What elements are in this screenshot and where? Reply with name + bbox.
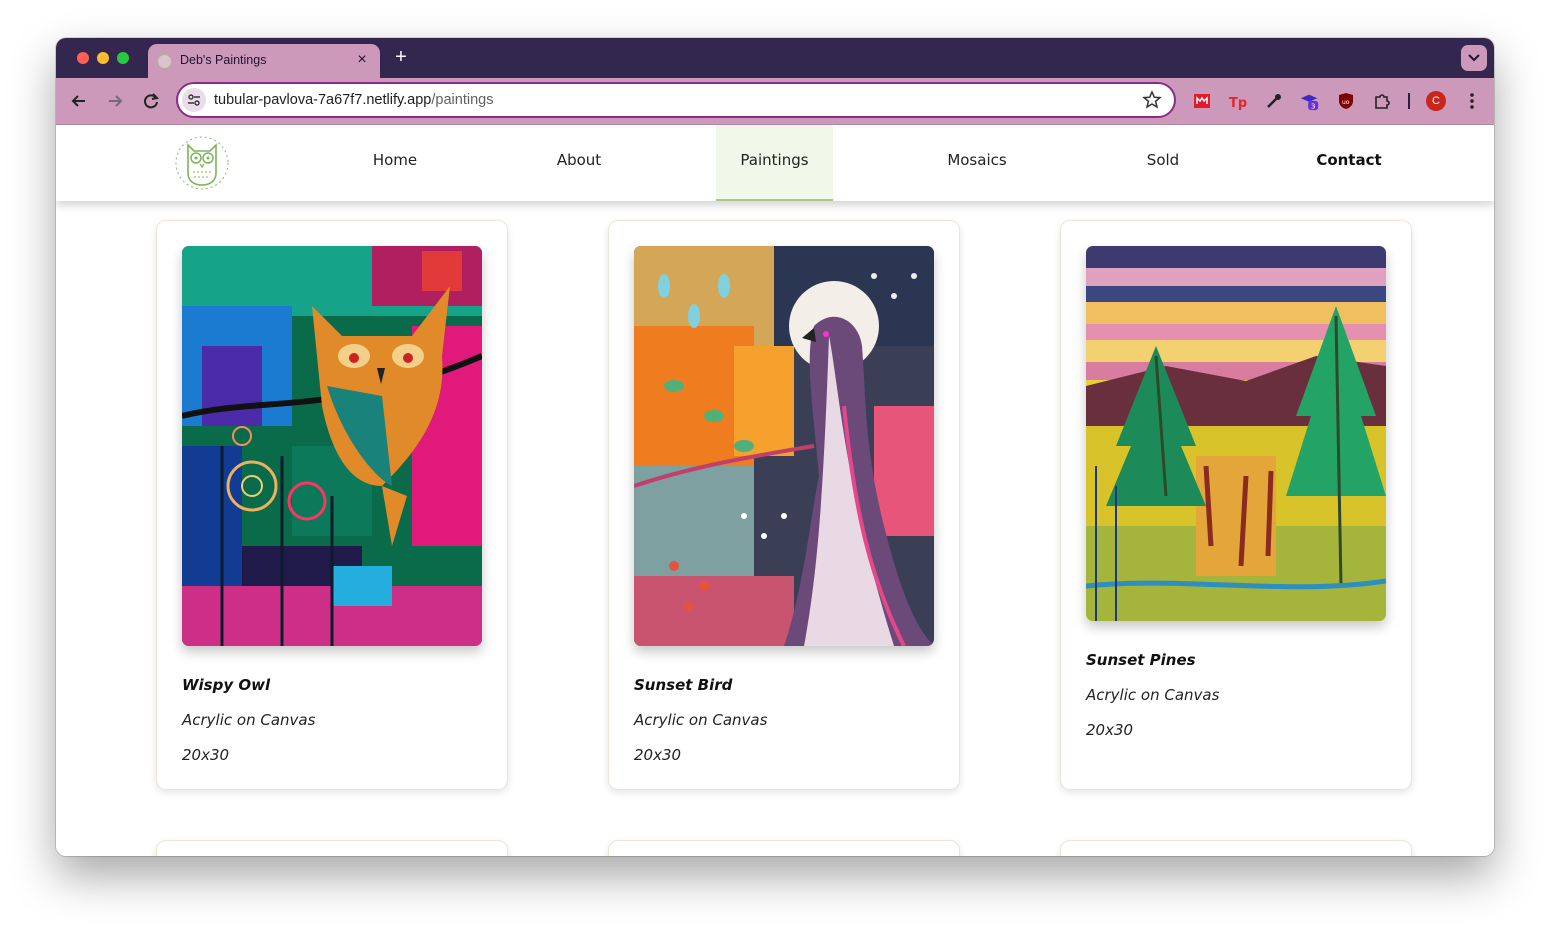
eyedropper-extension-icon[interactable] — [1264, 91, 1284, 111]
owl-favicon-icon — [157, 54, 172, 69]
painting-size: 20x30 — [1086, 721, 1134, 739]
painting-size: 20x30 — [182, 746, 230, 764]
painting-card[interactable]: Sunset Pines Acrylic on Canvas 20x30 — [1060, 220, 1412, 790]
svg-text:uo: uo — [1342, 99, 1350, 106]
site-navigation: Home About Paintings Mosaics Sold Contac… — [56, 125, 1494, 201]
svg-text:Tp: Tp — [1229, 96, 1247, 111]
painting-medium: Acrylic on Canvas — [182, 711, 316, 729]
painting-title: Sunset Bird — [634, 676, 733, 694]
tab-close-icon[interactable]: × — [353, 51, 371, 69]
nav-home[interactable]: Home — [348, 125, 442, 201]
new-tab-button[interactable]: + — [390, 47, 412, 69]
painting-card[interactable]: Sunset Bird Acrylic on Canvas 20x30 — [608, 220, 960, 790]
profile-avatar[interactable]: C — [1426, 91, 1446, 111]
close-window-button[interactable] — [77, 52, 89, 64]
chevron-down-icon — [1468, 54, 1480, 62]
extensions-puzzle-icon[interactable] — [1372, 91, 1392, 111]
ublock-shield-icon[interactable]: uo — [1336, 91, 1356, 111]
forward-arrow-icon[interactable] — [104, 90, 126, 112]
painting-size: 20x30 — [634, 746, 682, 764]
browser-window: Deb's Paintings × + tubular-pavlova-7a67… — [56, 38, 1494, 856]
painting-image-wispy-owl[interactable] — [182, 246, 482, 646]
painting-card[interactable] — [608, 840, 960, 856]
toolbar-divider — [1408, 93, 1410, 109]
nav-mosaics[interactable]: Mosaics — [930, 125, 1024, 201]
painting-card[interactable] — [156, 840, 508, 856]
nav-about[interactable]: About — [532, 125, 626, 201]
painting-image-sunset-bird[interactable] — [634, 246, 934, 646]
painting-title: Wispy Owl — [182, 676, 271, 694]
painting-card[interactable]: Wispy Owl Acrylic on Canvas 20x30 — [156, 220, 508, 790]
graduation-cap-extension-icon[interactable]: 3 — [1300, 91, 1320, 111]
site-info-icon[interactable] — [182, 88, 206, 112]
maximize-window-button[interactable] — [117, 52, 129, 64]
tab-search-button[interactable] — [1461, 45, 1487, 71]
bookmark-star-icon[interactable] — [1142, 90, 1162, 110]
minimize-window-button[interactable] — [97, 52, 109, 64]
nav-sold[interactable]: Sold — [1116, 125, 1210, 201]
nav-contact[interactable]: Contact — [1302, 125, 1396, 201]
painting-medium: Acrylic on Canvas — [1086, 686, 1220, 704]
back-arrow-icon[interactable] — [68, 90, 90, 112]
painting-image-sunset-pines[interactable] — [1086, 246, 1386, 621]
web-page: Home About Paintings Mosaics Sold Contac… — [56, 125, 1494, 856]
browser-tab[interactable]: Deb's Paintings × — [148, 44, 380, 78]
painting-card[interactable] — [1060, 840, 1412, 856]
owl-logo-icon[interactable] — [174, 133, 230, 193]
url-host: tubular-pavlova-7a67f7.netlify.app — [214, 92, 432, 108]
address-bar[interactable]: tubular-pavlova-7a67f7.netlify.app/paint… — [176, 82, 1176, 118]
url-path: /paintings — [431, 92, 494, 108]
browser-toolbar: tubular-pavlova-7a67f7.netlify.app/paint… — [56, 78, 1494, 125]
url-text[interactable]: tubular-pavlova-7a67f7.netlify.app/paint… — [214, 92, 493, 108]
tab-title: Deb's Paintings — [180, 53, 267, 67]
tp-extension-icon[interactable]: Tp — [1228, 91, 1248, 111]
kebab-menu-icon[interactable] — [1464, 91, 1480, 111]
tab-strip: Deb's Paintings × + — [56, 38, 1494, 78]
reload-icon[interactable] — [140, 90, 162, 112]
nav-paintings[interactable]: Paintings — [716, 125, 833, 201]
painting-title: Sunset Pines — [1086, 651, 1196, 669]
red-grid-extension-icon[interactable] — [1192, 91, 1212, 111]
extension-badge: 3 — [1311, 101, 1316, 110]
painting-medium: Acrylic on Canvas — [634, 711, 768, 729]
